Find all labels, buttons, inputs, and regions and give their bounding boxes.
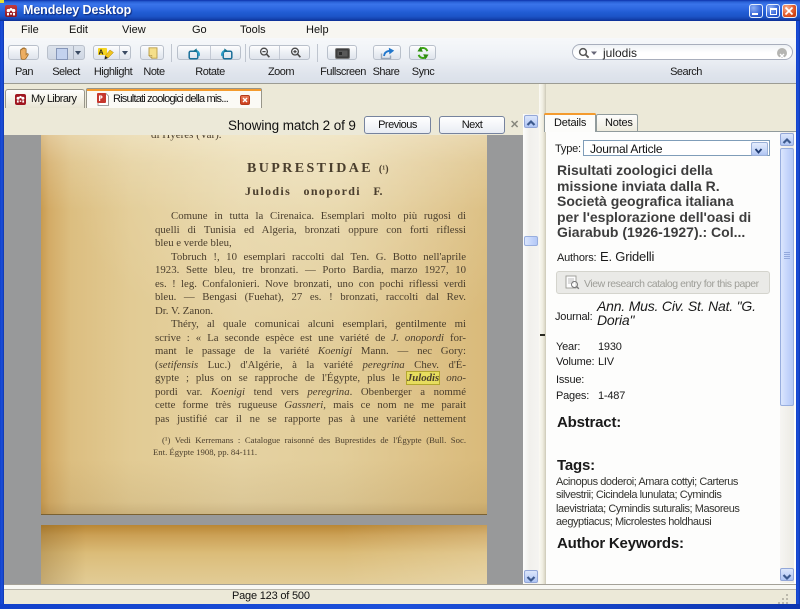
svg-text:A: A — [99, 50, 104, 57]
